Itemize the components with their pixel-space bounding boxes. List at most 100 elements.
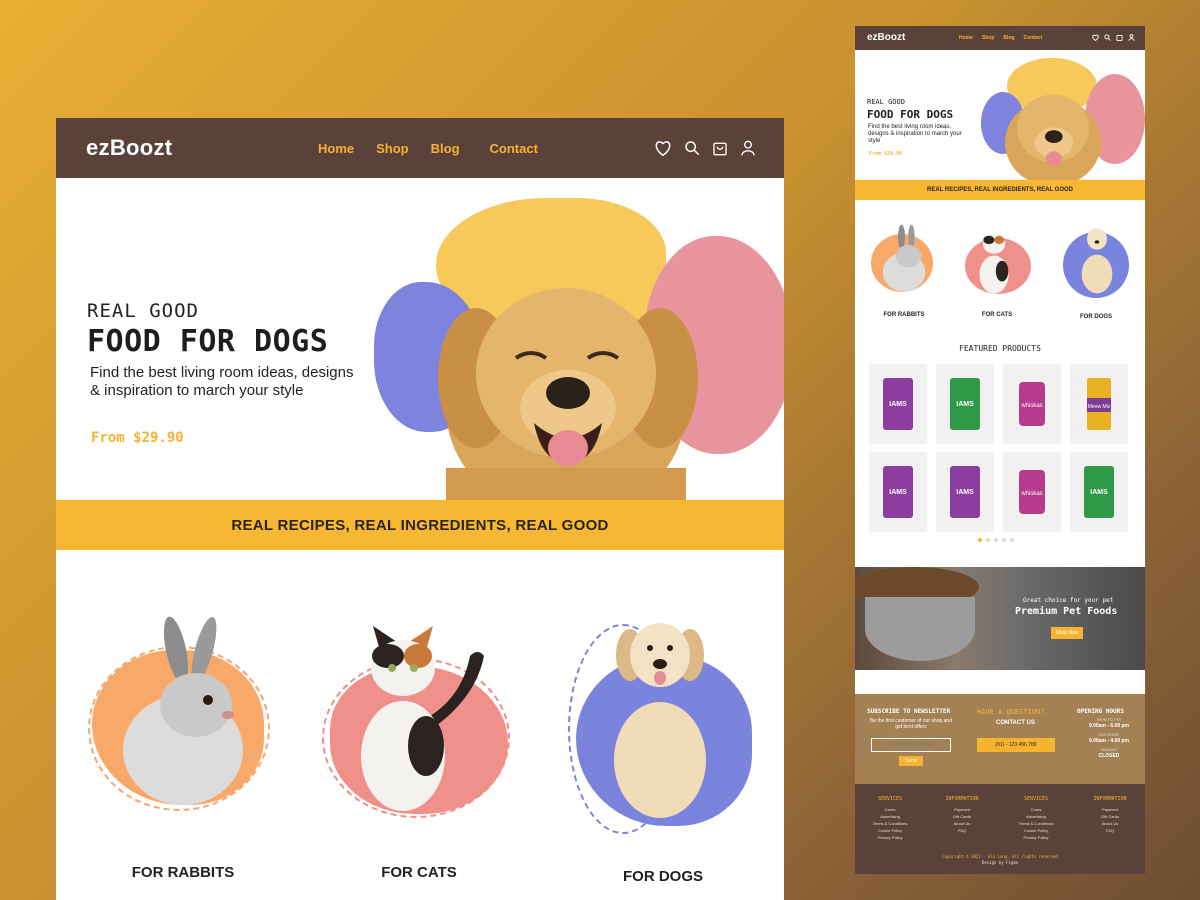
hours-title: OPENING HOURS — [1077, 708, 1124, 715]
preview-category-dogs[interactable]: FOR DOGS — [1061, 222, 1131, 322]
footer-link[interactable]: Gift Cards — [1075, 813, 1145, 820]
hours-mon-fri-label: MON TO FRI — [1097, 717, 1121, 722]
footer-link[interactable]: Cares — [855, 806, 925, 813]
footer-link[interactable]: FAQ — [927, 827, 997, 834]
product-card[interactable]: IAMS — [936, 452, 994, 532]
preview-nav-home[interactable]: Home — [959, 35, 973, 41]
footer-link[interactable]: Advertising — [855, 813, 925, 820]
footer-column-title: INFORMATION — [945, 796, 979, 802]
newsletter-text: Be the first customer of our shop and ge… — [870, 718, 952, 730]
hero-tagline-small: REAL GOOD — [87, 300, 199, 322]
carousel-dot[interactable] — [1002, 538, 1006, 542]
nav-shop[interactable]: Shop — [376, 141, 409, 156]
newsletter-email-input[interactable] — [871, 738, 951, 752]
nav-icons — [654, 140, 756, 156]
preview-rabbit-image — [882, 224, 926, 292]
preview-nav-icons — [1092, 34, 1135, 41]
preview-category-rabbits[interactable]: FOR RABBITS — [869, 222, 933, 322]
preview-category-cats[interactable]: FOR CATS — [965, 222, 1031, 322]
nav-blog[interactable]: Blog — [431, 141, 460, 156]
nav-contact[interactable]: Contact — [490, 141, 538, 156]
hero-price: From $29.90 — [91, 430, 184, 446]
promo-shop-now-button[interactable]: Shop Now — [1051, 627, 1083, 639]
category-card-rabbits[interactable]: FOR RABBITS — [88, 610, 278, 881]
question-title: HAVE A QUESTION? — [977, 708, 1045, 716]
preview-cat-image — [979, 234, 1009, 294]
product-card[interactable]: IAMS — [869, 364, 927, 444]
carousel-dot[interactable] — [994, 538, 998, 542]
brand-logo[interactable]: ezBoozt — [86, 135, 172, 161]
footer-link[interactable]: FAQ — [1075, 827, 1145, 834]
footer-credit: Design by Figma — [981, 860, 1019, 865]
footer-column: SERVICES Cares Advertising Terms & Condi… — [855, 796, 925, 841]
carousel-dot[interactable] — [986, 538, 990, 542]
category-label-dogs[interactable]: FOR DOGS — [568, 868, 758, 885]
product-name: IAMS — [889, 489, 907, 496]
preview-nav-shop[interactable]: Shop — [982, 35, 995, 41]
product-name: Meow Mix — [1088, 404, 1111, 410]
hero-section: REAL GOOD FOOD FOR DOGS Find the best li… — [56, 178, 784, 500]
preview-hero-price: From $29.90 — [869, 151, 903, 157]
footer-link[interactable]: Advertising — [1001, 813, 1071, 820]
footer-link[interactable]: Cares — [1001, 806, 1071, 813]
dog-image — [614, 623, 706, 818]
search-icon[interactable] — [1104, 34, 1111, 41]
hours-mon-fri: 9.00am - 6.00 pm — [1088, 723, 1130, 729]
footer-column: INFORMATION Payment Gift Cards About Us … — [927, 796, 997, 834]
newsletter-section: SUBSCRIBE TO NEWSLETTER Be the first cus… — [855, 694, 1145, 784]
promo-title: Premium Pet Foods — [1015, 606, 1118, 617]
product-card[interactable]: IAMS — [936, 364, 994, 444]
cart-icon[interactable] — [1116, 34, 1123, 41]
product-card[interactable]: whiskas — [1003, 364, 1061, 444]
user-icon[interactable] — [740, 140, 756, 156]
question-phone-button[interactable]: (01) - 123 456 789 — [977, 738, 1055, 752]
product-card[interactable]: Meow Mix — [1070, 364, 1128, 444]
category-label-cats[interactable]: FOR CATS — [324, 864, 514, 881]
hours-sat: 9.00am - 4.00 pm — [1088, 738, 1130, 744]
carousel-dot[interactable] — [1010, 538, 1014, 542]
hero-tagline-big: FOOD FOR DOGS — [87, 324, 329, 359]
footer-link[interactable]: Terms & Conditions — [855, 820, 925, 827]
footer-column: SERVICES Cares Advertising Terms & Condi… — [1001, 796, 1071, 841]
footer-link[interactable]: Payment — [927, 806, 997, 813]
preview-hero-dog-image — [1005, 94, 1101, 180]
preview-dog-image — [1081, 228, 1113, 294]
footer-link[interactable]: Cookie Policy — [1001, 827, 1071, 834]
search-icon[interactable] — [684, 140, 700, 156]
newsletter-title: SUBSCRIBE TO NEWSLETTER — [867, 708, 951, 715]
product-name: IAMS — [956, 489, 974, 496]
footer-link[interactable]: Terms & Conditions — [1001, 820, 1071, 827]
category-section: FOR RABBITS FOR CATS FOR DOGS — [56, 550, 784, 890]
newsletter-send-button[interactable]: Send — [899, 756, 923, 766]
footer-link[interactable]: Privacy Policy — [855, 834, 925, 841]
nav-home[interactable]: Home — [318, 141, 354, 156]
footer-link[interactable]: About Us — [927, 820, 997, 827]
category-label-rabbits[interactable]: FOR RABBITS — [88, 864, 278, 881]
heart-icon[interactable] — [654, 140, 672, 156]
footer-link[interactable]: Cookie Policy — [855, 827, 925, 834]
category-card-dogs[interactable]: FOR DOGS — [556, 610, 752, 885]
footer-link[interactable]: About Us — [1075, 820, 1145, 827]
desktop-page-large: ezBoozt Home Shop Blog Contact REAL GOOD… — [56, 118, 784, 900]
footer-link[interactable]: Privacy Policy — [1001, 834, 1071, 841]
heart-icon[interactable] — [1092, 34, 1099, 41]
preview-nav-contact[interactable]: Contact — [1024, 35, 1043, 41]
footer-link[interactable]: Payment — [1075, 806, 1145, 813]
preview-brand-logo[interactable]: ezBoozt — [867, 32, 905, 43]
footer-link[interactable]: Gift Cards — [927, 813, 997, 820]
category-card-cats[interactable]: FOR CATS — [318, 610, 510, 881]
hero-description: Find the best living room ideas, designs… — [90, 364, 354, 399]
featured-products-grid: IAMS IAMS whiskas Meow Mix IAMS IAMS whi… — [869, 364, 1133, 532]
preview-nav-blog[interactable]: Blog — [1003, 35, 1014, 41]
cart-icon[interactable] — [712, 140, 728, 156]
rabbit-image — [123, 616, 243, 805]
preview-navbar: ezBoozt Home Shop Blog Contact — [855, 26, 1145, 50]
preview-category-label-dogs: FOR DOGS — [1079, 314, 1112, 320]
promo-banner: Great choice for your pet Premium Pet Fo… — [855, 567, 1145, 670]
product-card[interactable]: whiskas — [1003, 452, 1061, 532]
product-card[interactable]: IAMS — [869, 452, 927, 532]
carousel-dot[interactable] — [978, 538, 982, 542]
user-icon[interactable] — [1128, 34, 1135, 41]
product-card[interactable]: IAMS — [1070, 452, 1128, 532]
question-sub: CONTACT US — [996, 720, 1035, 726]
